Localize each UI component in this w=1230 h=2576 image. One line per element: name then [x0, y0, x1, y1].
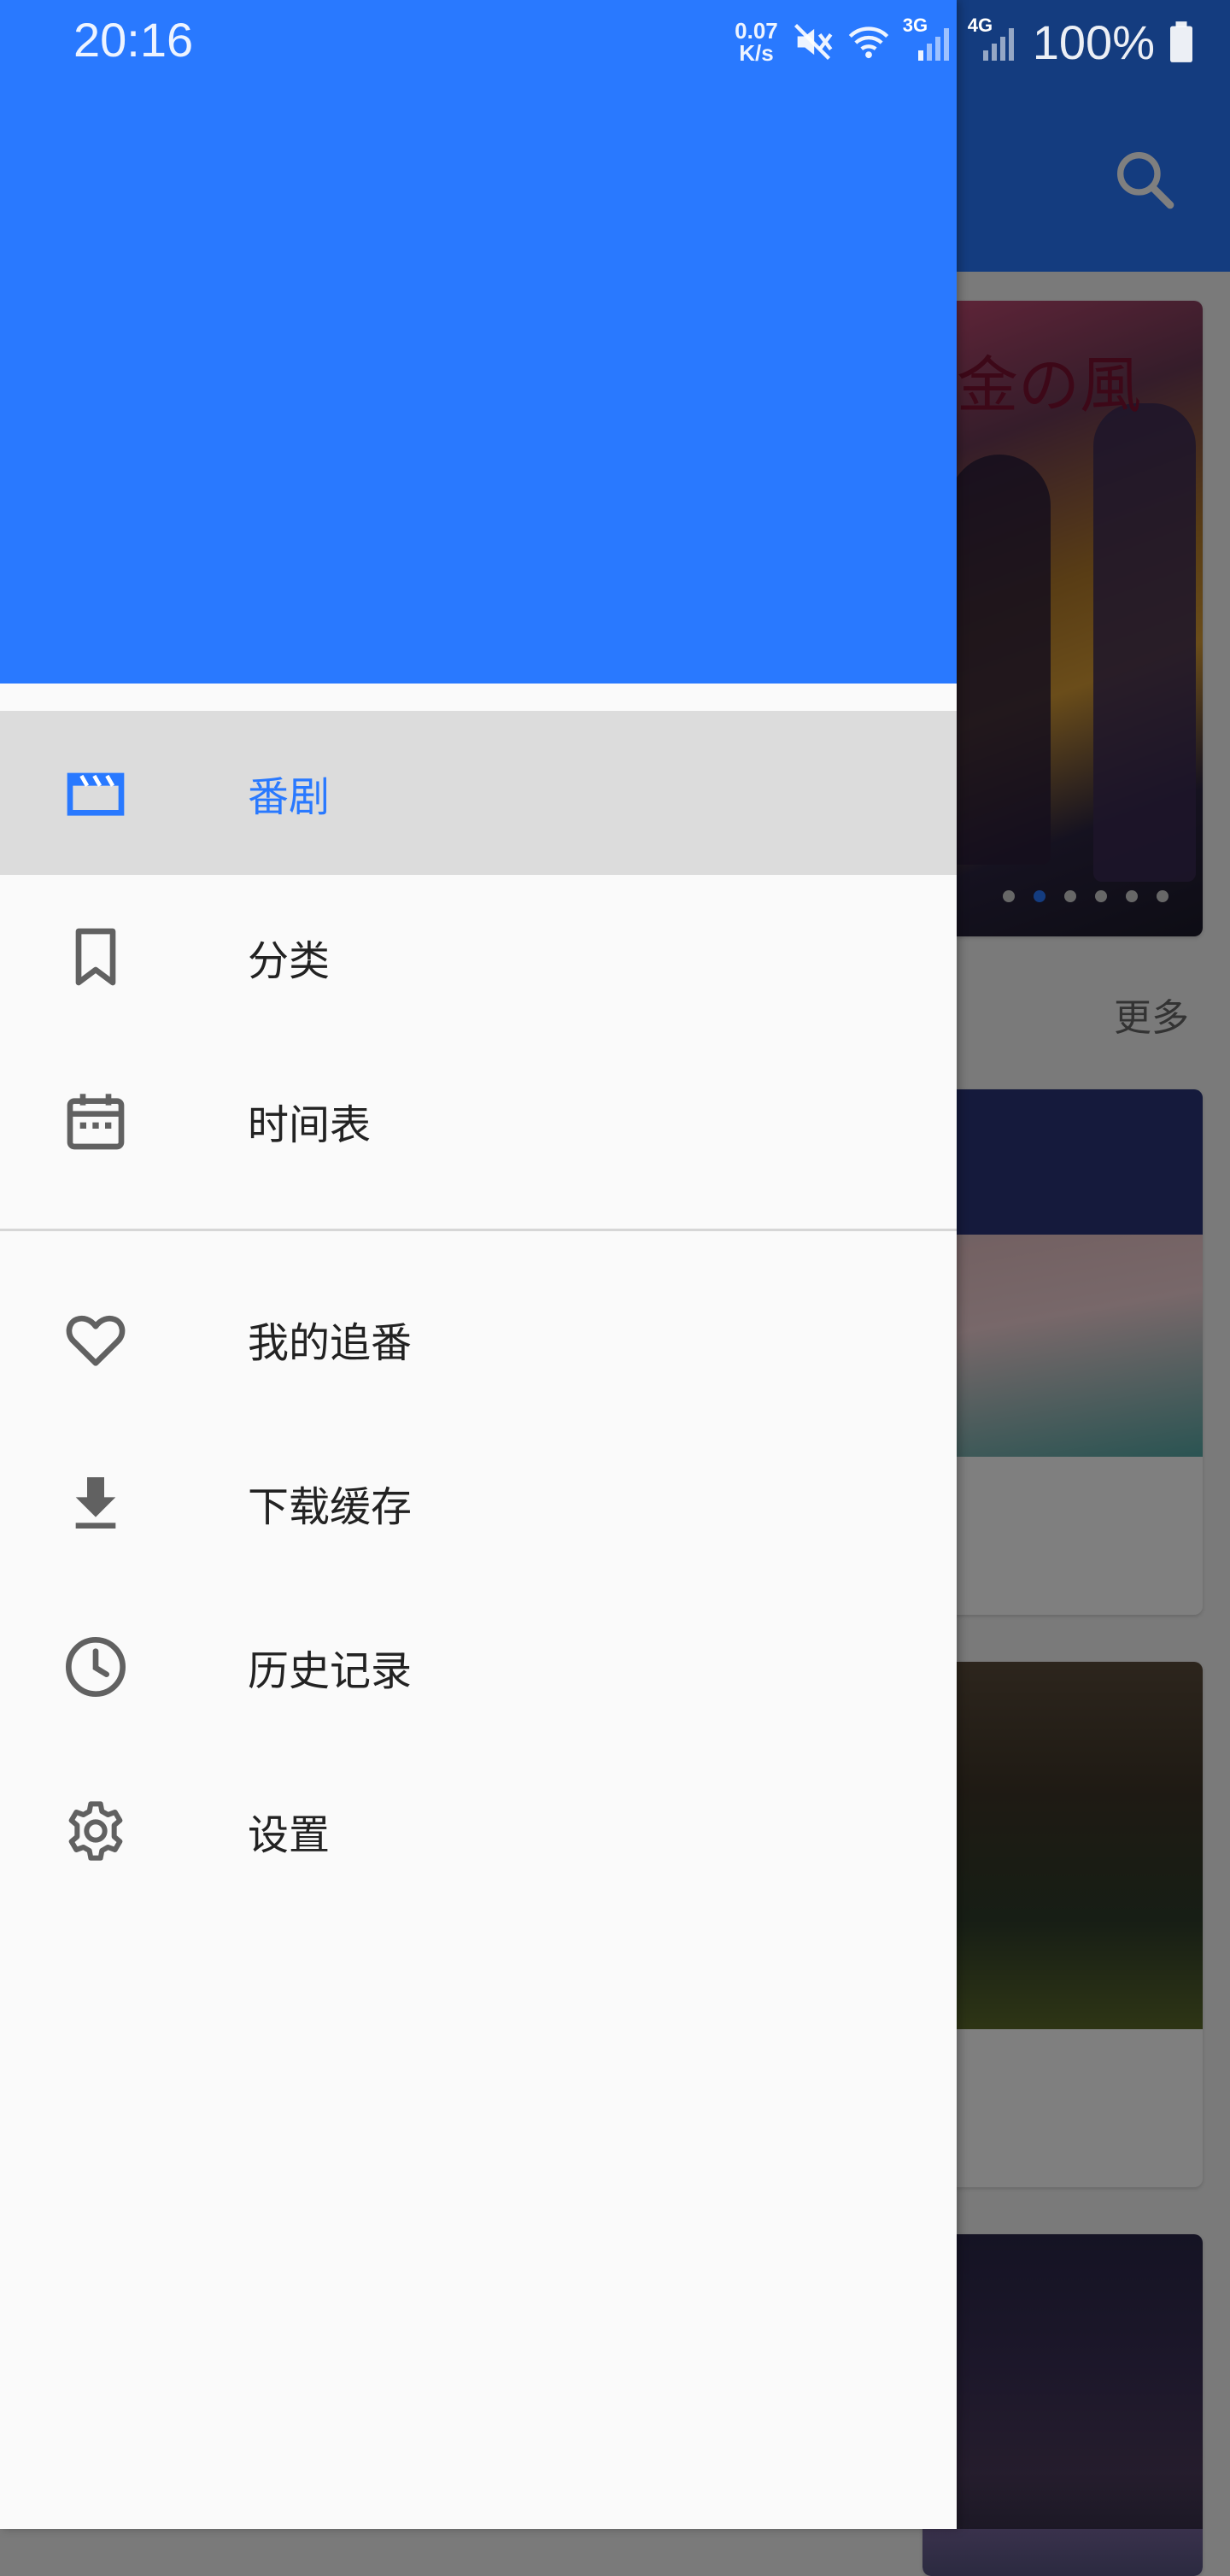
menu-item-settings[interactable]: 设置 [0, 1749, 957, 1913]
menu-item-downloads[interactable]: 下载缓存 [0, 1421, 957, 1585]
menu-item-label: 历史记录 [248, 1647, 413, 1695]
drawer-header [0, 0, 957, 684]
menu-item-label: 时间表 [248, 1101, 372, 1149]
menu-item-schedule[interactable]: 时间表 [0, 1039, 957, 1203]
menu-item-category[interactable]: 分类 [0, 875, 957, 1039]
menu-item-label: 番剧 [248, 773, 331, 821]
gear-icon [68, 1801, 123, 1861]
menu-item-history[interactable]: 历史记录 [0, 1585, 957, 1749]
battery-percent: 100% [1032, 15, 1155, 69]
wifi-icon [848, 26, 888, 59]
status-time: 20:16 [73, 13, 194, 67]
menu-item-anime[interactable]: 番剧 [0, 711, 957, 875]
mute-icon [794, 23, 833, 61]
network-speed-value: 0.07 [735, 18, 778, 44]
drawer-menu: 番剧 分类 时间表 我的追番 下载缓存 历史记录 设置 [0, 711, 957, 1913]
signal-4g: 4G [968, 15, 1021, 64]
network-speed: 0.07 K/s [735, 20, 778, 64]
clapperboard-icon [67, 772, 125, 816]
bookmark-icon [75, 928, 116, 986]
menu-item-label: 下载缓存 [248, 1483, 413, 1531]
battery-icon [1170, 21, 1192, 62]
network-speed-unit: K/s [739, 40, 774, 66]
status-bar: 20:16 0.07 K/s 3G 4G 100% [0, 0, 1230, 82]
signal-3g: 3G [903, 15, 956, 64]
download-icon [75, 1477, 116, 1529]
menu-item-label: 设置 [248, 1811, 331, 1859]
menu-item-label: 分类 [248, 937, 331, 985]
menu-item-label: 我的追番 [248, 1319, 413, 1367]
calendar-icon [67, 1094, 125, 1150]
signal-bars-icon [982, 28, 1014, 61]
navigation-drawer: 番剧 分类 时间表 我的追番 下载缓存 历史记录 设置 [0, 0, 957, 2529]
status-icons: 0.07 K/s 3G 4G 100% [735, 12, 1196, 72]
heart-icon [66, 1315, 126, 1366]
menu-divider [0, 1229, 957, 1231]
signal-bars-icon [917, 28, 949, 61]
menu-item-following[interactable]: 我的追番 [0, 1257, 957, 1421]
clock-icon [66, 1637, 126, 1697]
